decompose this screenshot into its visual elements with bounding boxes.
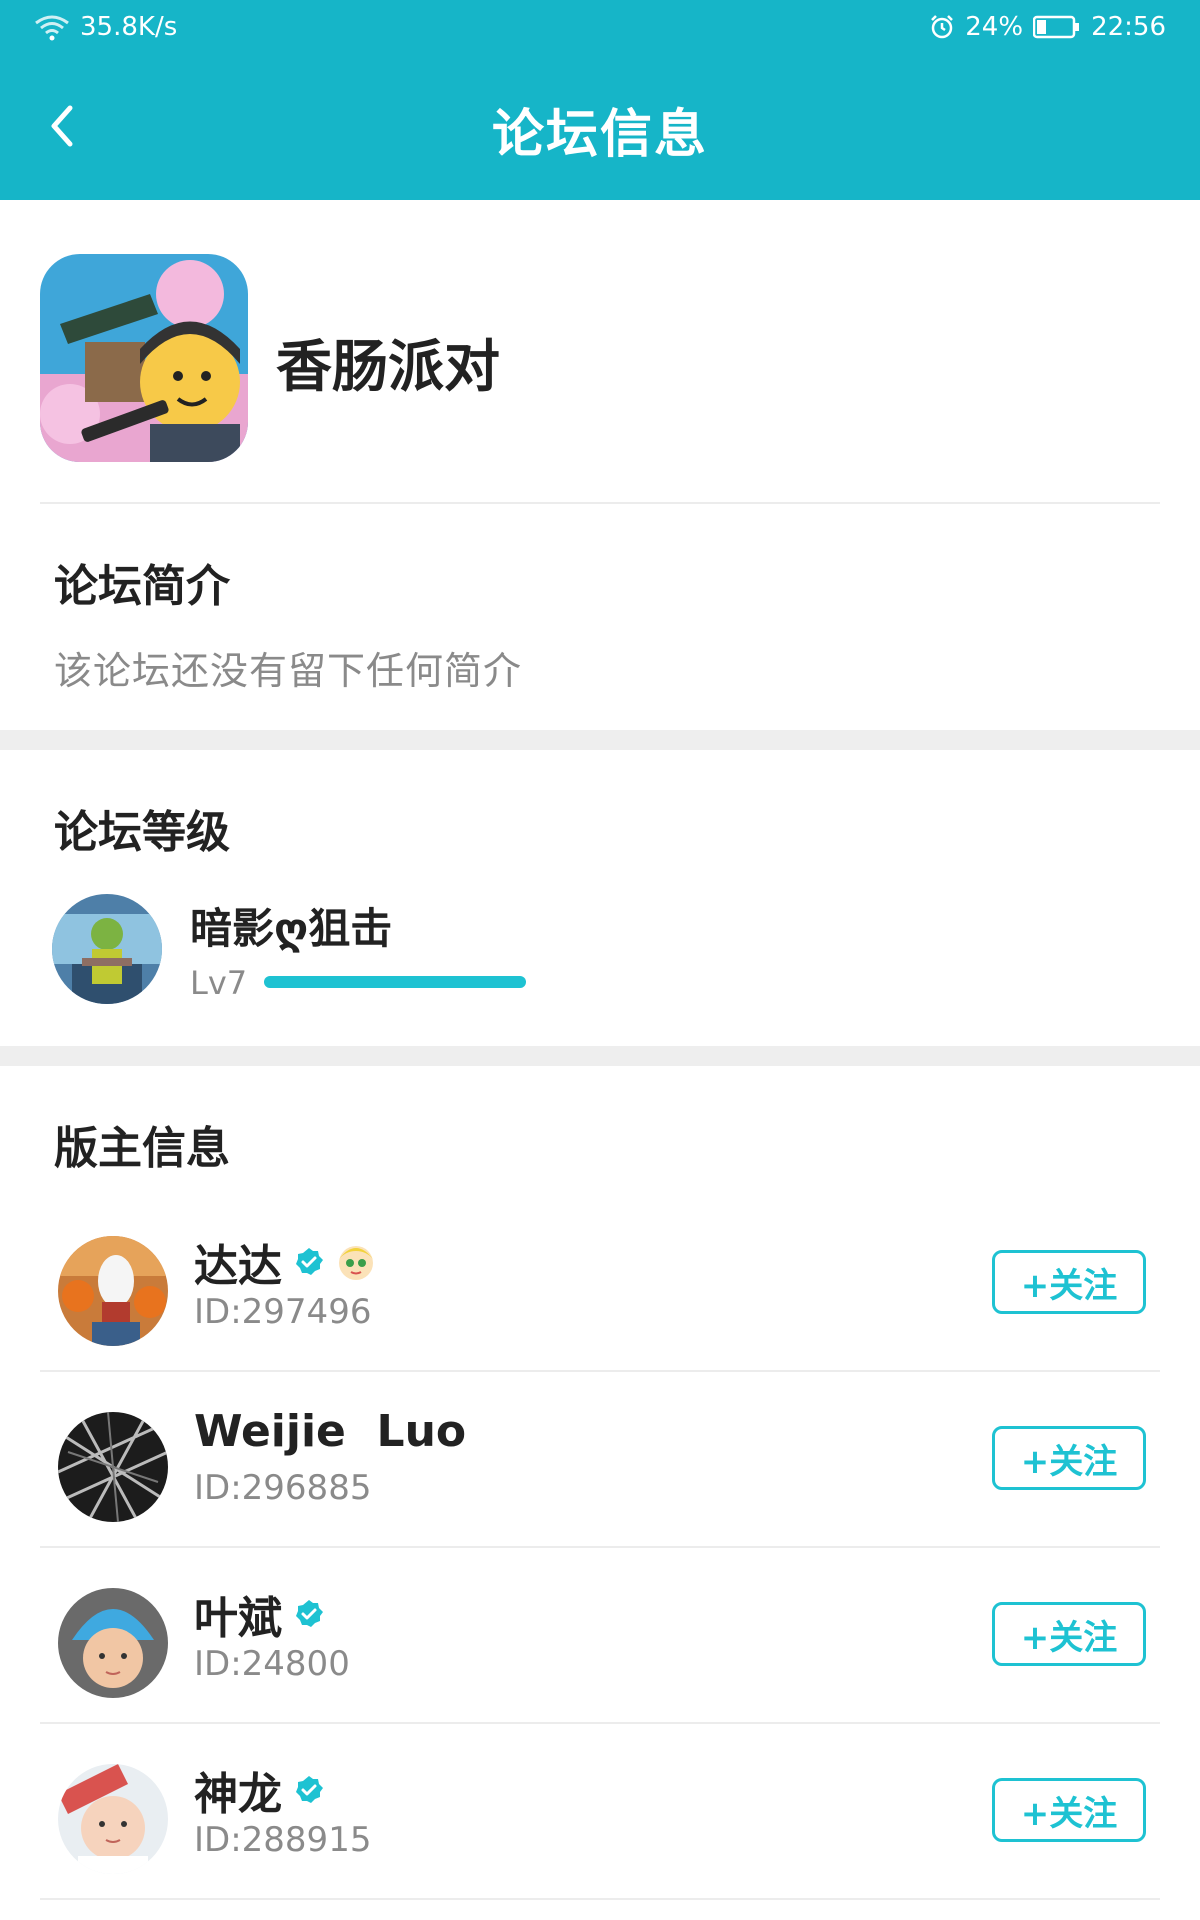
follow-button[interactable]: +关注 — [992, 1426, 1146, 1490]
level-user-name: 暗影ღ狙击 — [190, 904, 393, 953]
avatar[interactable] — [58, 1236, 168, 1346]
follow-button[interactable]: +关注 — [992, 1250, 1146, 1314]
list-item[interactable]: 达达 ID:297496 +关注 — [0, 1204, 1200, 1380]
verified-icon — [296, 1248, 323, 1275]
moderator-name-text: Weijie Luo — [194, 1406, 467, 1457]
level-progress-bar — [264, 976, 526, 988]
page-title: 论坛信息 — [491, 105, 708, 165]
forum-header: 香肠派对 — [0, 200, 1200, 504]
list-item[interactable]: 神龙 ID:288915 +关注 — [0, 1732, 1200, 1908]
moderator-name: 叶斌 — [194, 1582, 324, 1646]
status-left: 35.8K/s — [34, 12, 177, 42]
moderator-name: 达达 — [194, 1230, 376, 1294]
avatar[interactable] — [58, 1412, 168, 1522]
moderator-name: Weijie Luo — [194, 1406, 466, 1457]
status-right: 24% 22:56 — [929, 12, 1166, 42]
list-item[interactable]: 叶斌 ID:24800 +关注 — [0, 1556, 1200, 1732]
divider — [40, 1370, 1160, 1372]
status-bar: 35.8K/s 24% 22:56 — [0, 0, 1200, 56]
moderator-name-text: 叶斌 — [194, 1593, 282, 1644]
battery-percent: 24% — [965, 12, 1024, 42]
forum-app-icon — [40, 254, 248, 462]
moderators-title: 版主信息 — [54, 1123, 230, 1174]
level-label: Lv7 — [190, 964, 248, 1002]
moderator-name-text: 神龙 — [194, 1769, 282, 1820]
follow-button[interactable]: +关注 — [992, 1778, 1146, 1842]
app-header: 论坛信息 — [0, 56, 1200, 200]
wifi-icon — [35, 15, 69, 41]
moderator-name: 神龙 — [194, 1758, 324, 1822]
avatar[interactable] — [58, 1588, 168, 1698]
section-divider — [0, 730, 1200, 750]
forum-name: 香肠派对 — [276, 335, 500, 400]
moderator-id: ID:288915 — [194, 1820, 372, 1860]
follow-button[interactable]: +关注 — [992, 1602, 1146, 1666]
moderator-name-text: 达达 — [194, 1241, 282, 1292]
moderator-id: ID:24800 — [194, 1644, 350, 1684]
divider — [40, 1546, 1160, 1548]
level-title: 论坛等级 — [54, 807, 230, 858]
moderator-id: ID:297496 — [194, 1292, 372, 1332]
verified-icon — [296, 1776, 323, 1803]
divider — [40, 1898, 1160, 1900]
screen: 35.8K/s 24% 22:56 论坛信息 香肠派对 论坛简介 该论坛还没有留… — [0, 0, 1200, 1920]
avatar[interactable] — [52, 894, 162, 1004]
battery-icon — [1033, 15, 1080, 39]
section-divider — [0, 1046, 1200, 1066]
divider — [40, 1722, 1160, 1724]
network-speed: 35.8K/s — [80, 12, 178, 42]
clock: 22:56 — [1091, 12, 1166, 42]
divider — [40, 502, 1160, 504]
avatar[interactable] — [58, 1764, 168, 1874]
character-badge-icon — [339, 1246, 373, 1280]
alarm-icon — [931, 15, 954, 39]
list-item[interactable]: Weijie Luo ID:296885 +关注 — [0, 1380, 1200, 1556]
intro-title: 论坛简介 — [54, 561, 230, 612]
verified-icon — [296, 1600, 323, 1627]
intro-text: 该论坛还没有留下任何简介 — [54, 649, 523, 693]
moderator-id: ID:296885 — [194, 1468, 372, 1508]
level-progress-fill — [264, 976, 526, 988]
